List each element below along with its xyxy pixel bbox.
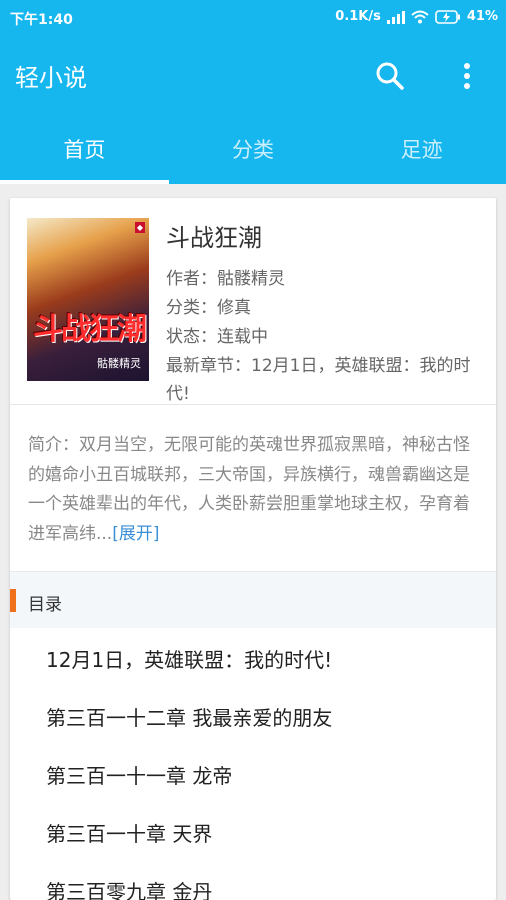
book-author: 作者：骷髅精灵	[166, 269, 285, 289]
cover-title: 斗战狂潮	[33, 312, 147, 347]
expand-link[interactable]: [展开]	[112, 524, 159, 544]
toc-header: 目录	[10, 572, 496, 628]
chapter-item[interactable]: 第三百一十一章 龙帝	[46, 760, 232, 789]
book-info: 斗战狂潮 作者：骷髅精灵 分类：修真 状态：连载中 最新章节：12月1日，英雄联…	[166, 218, 482, 408]
cover-author: 骷髅精灵	[97, 357, 141, 370]
book-intro: 简介：双月当空，无限可能的英魂世界孤寂黑暗，神秘古怪的嬉命小丑百城联邦，三大帝国…	[28, 431, 483, 549]
tab-bar: 首页 分类 足迹	[0, 112, 506, 184]
search-icon[interactable]	[372, 58, 408, 94]
network-speed: 0.1K/s	[335, 9, 381, 24]
more-vert-icon[interactable]	[452, 58, 482, 94]
chapter-item[interactable]: 第三百一十二章 我最亲爱的朋友	[46, 702, 332, 731]
battery-charging-icon	[435, 9, 460, 24]
toc-label: 目录	[28, 595, 62, 615]
wifi-icon	[411, 10, 429, 23]
book-detail-card: ◆ 斗战狂潮 骷髅精灵 斗战狂潮 作者：骷髅精灵 分类：修真 状态：连载中 最新…	[10, 198, 496, 900]
book-status: 状态：连载中	[166, 327, 268, 347]
publisher-logo: ◆	[134, 222, 145, 233]
chapter-item[interactable]: 第三百一十章 天界	[46, 818, 212, 847]
divider	[10, 404, 496, 405]
book-latest-chapter[interactable]: 最新章节：12月1日，英雄联盟：我的时代!	[166, 352, 482, 408]
toc-accent-bar	[10, 589, 16, 612]
book-cover[interactable]: ◆ 斗战狂潮 骷髅精灵	[27, 218, 149, 381]
battery-percent: 41%	[466, 9, 498, 24]
intro-text: 简介：双月当空，无限可能的英魂世界孤寂黑暗，神秘古怪的嬉命小丑百城联邦，三大帝国…	[28, 435, 470, 544]
signal-icon	[386, 10, 405, 24]
book-category: 分类：修真	[166, 298, 251, 318]
tab-category[interactable]: 分类	[169, 112, 338, 184]
tab-home[interactable]: 首页	[0, 112, 169, 184]
tab-history[interactable]: 足迹	[337, 112, 506, 184]
app-bar: 轻小说	[0, 36, 506, 112]
status-right: 0.1K/s 41%	[335, 9, 498, 24]
app-title: 轻小说	[15, 64, 87, 92]
book-title: 斗战狂潮	[166, 224, 262, 252]
chapter-item[interactable]: 12月1日，英雄联盟：我的时代!	[46, 644, 332, 673]
status-time: 下午1:40	[10, 12, 73, 28]
status-bar: 下午1:40 0.1K/s 41%	[0, 0, 506, 36]
chapter-item[interactable]: 第三百零九章 金丹	[46, 876, 212, 900]
